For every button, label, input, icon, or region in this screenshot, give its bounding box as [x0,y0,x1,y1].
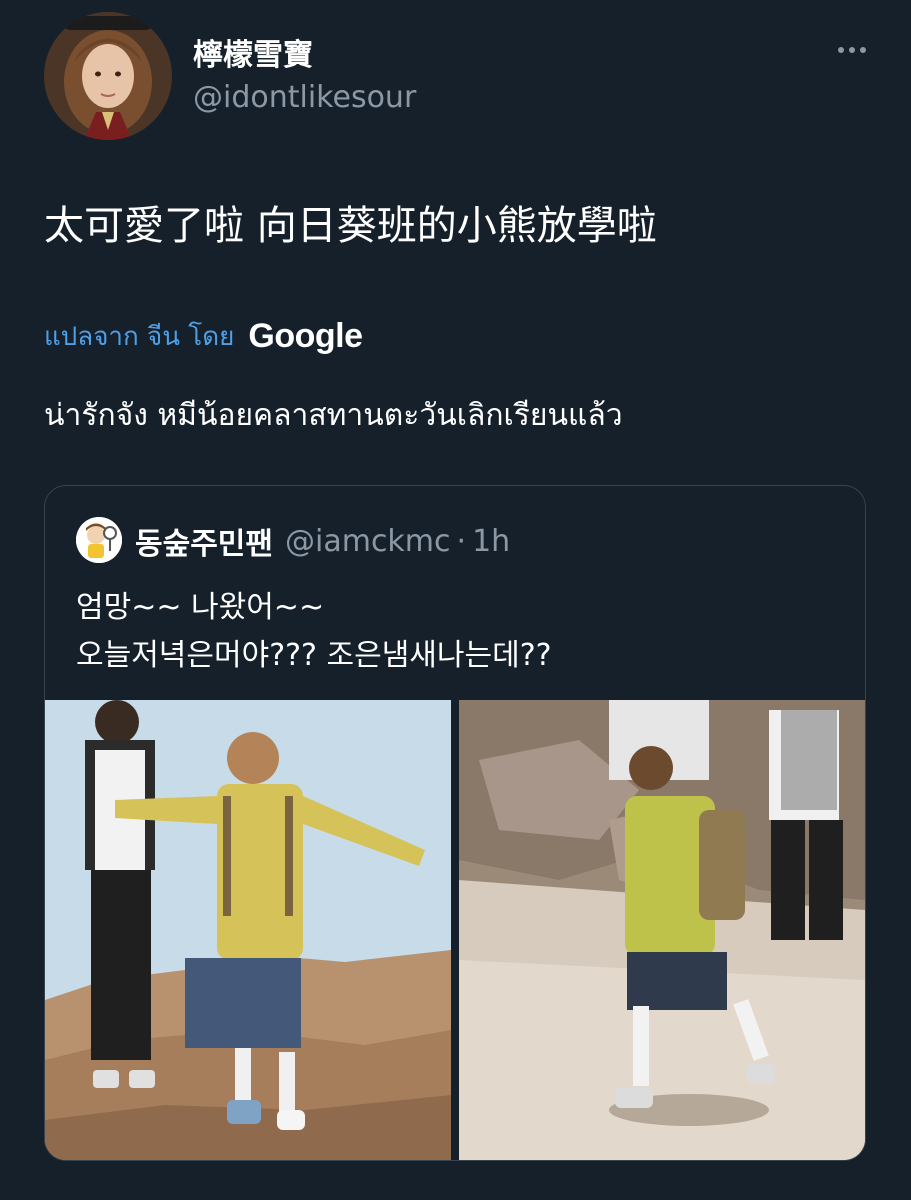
photo-right[interactable] [459,700,865,1160]
quote-text-line: 엄망~~ 나왔어~~ [76,590,325,625]
quoted-tweet[interactable]: 동숲주민팬 @iamckmc · 1h 엄망~~ 나왔어~~ 오늘저녁은머야??… [44,485,866,1161]
author-display-name[interactable]: 檸檬雪寶 [193,30,313,74]
quote-header: 동숲주민팬 @iamckmc · 1h [135,519,510,563]
tweet: 檸檬雪寶 @idontlikesour 太可愛了啦 向日葵班的小熊放學啦 แปล… [0,0,911,1200]
quote-author-handle[interactable]: @iamckmc [285,524,451,559]
quote-text: 엄망~~ 나왔어~~ 오늘저녁은머야??? 조은냄새나는데?? [76,584,552,680]
quote-timestamp[interactable]: 1h [472,524,510,559]
translated-text: น่ารักจัง หมีน้อยคลาสทานตะวันเลิกเรียนแล… [44,398,623,433]
quote-author-display-name[interactable]: 동숲주민팬 [135,519,273,563]
author-avatar[interactable] [44,12,172,140]
tweet-text: 太可愛了啦 向日葵班的小熊放學啦 [44,203,657,249]
quote-author-avatar[interactable] [76,517,122,563]
quote-media-grid [45,700,865,1160]
photo-left[interactable] [45,700,451,1160]
translation-attribution: แปลจาก จีน โดย Google [44,314,363,358]
translated-from-link[interactable]: แปลจาก จีน โดย [44,316,234,357]
more-horizontal-icon [838,47,866,53]
quote-text-line: 오늘저녁은머야??? 조은냄새나는데?? [76,638,552,673]
quote-separator: · [456,523,467,559]
author-handle[interactable]: @idontlikesour [193,80,416,115]
google-logo: Google [248,316,363,355]
more-options-button[interactable] [830,36,874,64]
